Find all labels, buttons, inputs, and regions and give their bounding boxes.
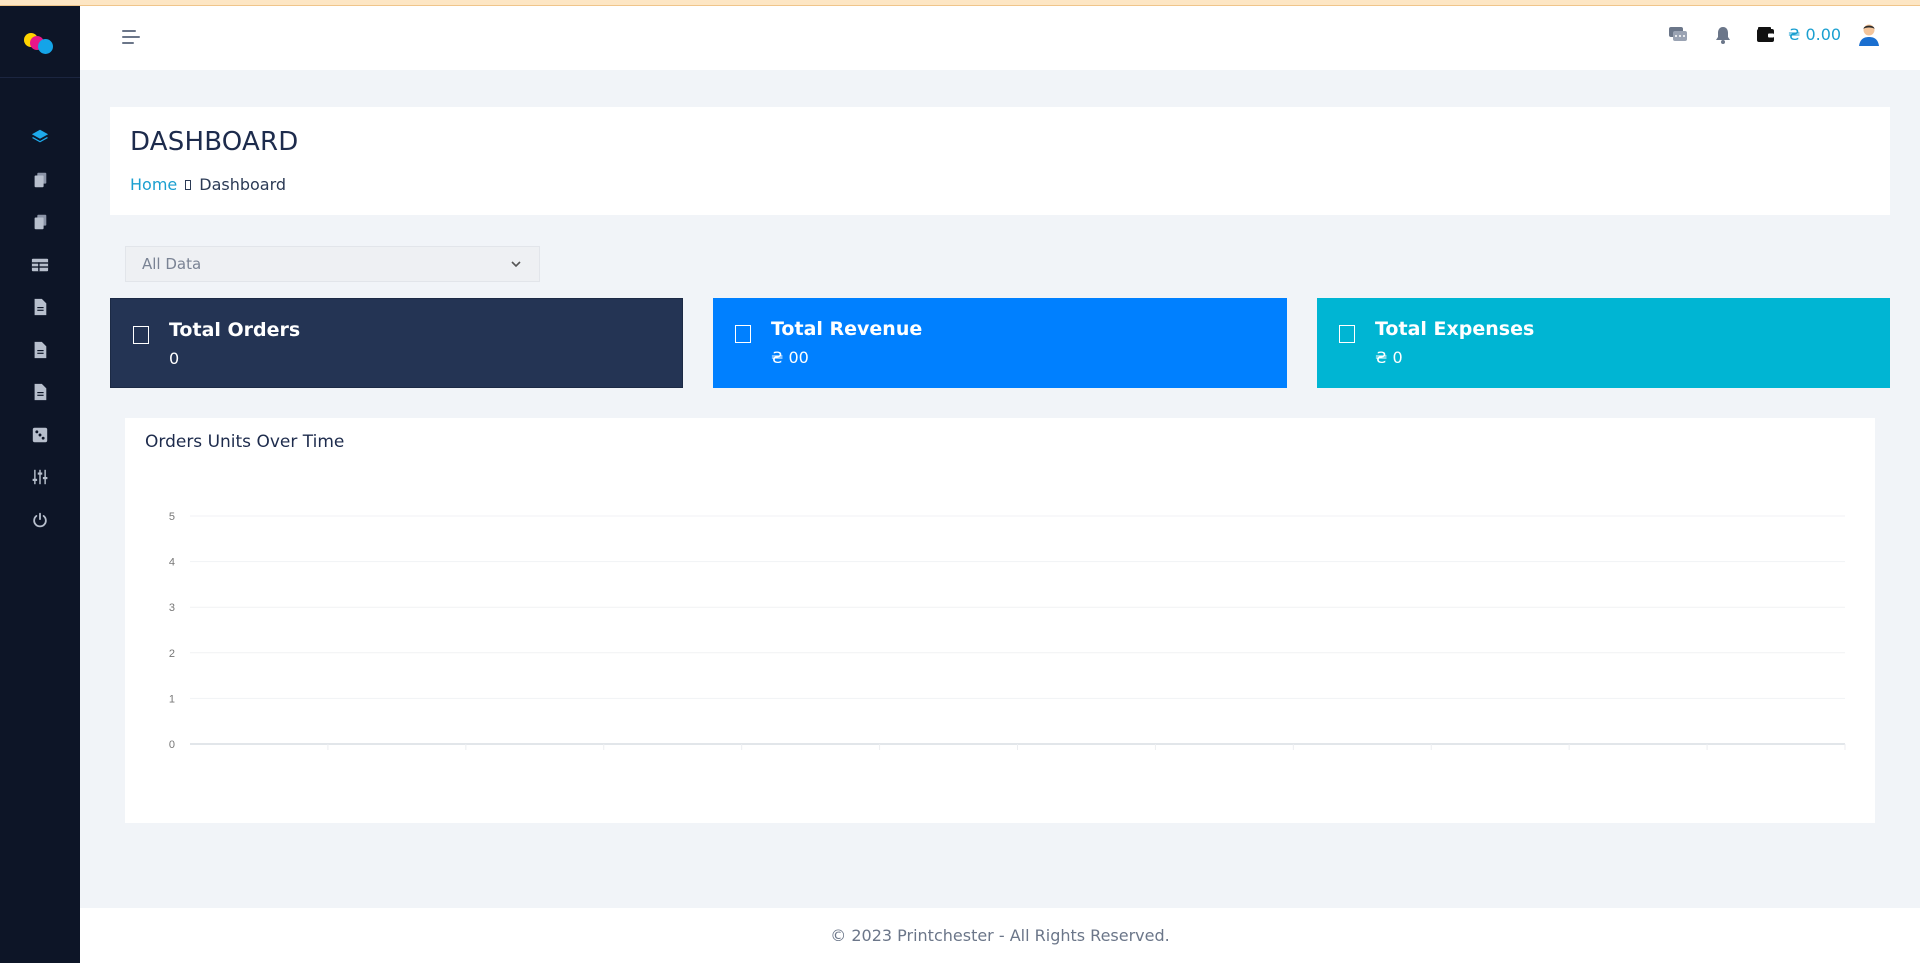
breadcrumb-current: Dashboard [199,175,287,194]
stat-label: Total Expenses [1375,318,1535,340]
breadcrumb: Home Dashboard [130,175,286,194]
browser-top-stripe [0,0,1920,6]
orders-placeholder-icon [133,326,149,344]
orders-chart-card: Orders Units Over Time 012345 [125,418,1875,823]
printchester-logo[interactable] [22,30,58,58]
sidebar-item-settings[interactable] [0,456,80,499]
sidebar-item-files-1[interactable] [0,159,80,202]
y-tick-label: 1 [169,693,175,705]
menu-toggle-icon[interactable] [120,26,142,48]
orders-chart: 0 1 2 3 4 5 [169,511,1846,751]
y-tick-label: 2 [169,648,175,660]
sidebar-item-dice[interactable] [0,414,80,457]
breadcrumb-home-link[interactable]: Home [130,175,177,194]
y-tick-label: 5 [169,511,175,523]
stat-value: ₴ 0 [1375,348,1403,367]
data-range-select-value: All Data [142,255,202,273]
chat-icon[interactable] [1667,24,1689,46]
sliders-icon [32,470,48,485]
files-icon [34,215,47,230]
wallet-icon[interactable] [1755,24,1777,46]
stat-card-total-revenue: Total Revenue ₴ 00 [713,298,1287,388]
chevron-down-icon [511,261,521,268]
files-icon [34,172,47,187]
top-header: ₴ 0.00 [80,6,1920,70]
dice-icon [32,427,48,442]
page-header-card: DASHBOARD Home Dashboard [110,107,1890,215]
sidebar-item-table[interactable] [0,244,80,287]
stat-card-total-orders: Total Orders 0 [110,298,683,388]
expenses-placeholder-icon [1339,325,1355,343]
sidebar-item-logout[interactable] [0,499,80,542]
sidebar [0,0,80,963]
table-icon [31,258,49,272]
revenue-placeholder-icon [735,325,751,343]
layers-icon [31,130,49,143]
document-icon [34,299,47,316]
sidebar-divider [0,77,80,78]
stat-card-total-expenses: Total Expenses ₴ 0 [1317,298,1890,388]
footer: © 2023 Printchester - All Rights Reserve… [80,908,1920,963]
y-tick-label: 4 [169,557,175,569]
document-icon [34,384,47,401]
footer-copyright: © 2023 Printchester - All Rights Reserve… [830,926,1170,945]
user-avatar-icon[interactable] [1855,20,1883,48]
sidebar-item-files-2[interactable] [0,201,80,244]
y-tick-label: 3 [169,602,175,614]
stat-value: ₴ 00 [771,348,809,367]
wallet-balance[interactable]: ₴ 0.00 [1788,25,1841,44]
sidebar-item-document-2[interactable] [0,329,80,372]
breadcrumb-separator-icon [185,179,192,190]
power-icon [33,512,47,527]
stat-label: Total Orders [169,319,301,341]
sidebar-nav [0,116,80,541]
sidebar-item-document-3[interactable] [0,371,80,414]
stat-label: Total Revenue [771,318,923,340]
stat-value: 0 [169,349,180,368]
sidebar-item-document-1[interactable] [0,286,80,329]
bell-icon[interactable] [1712,24,1734,46]
y-tick-label: 0 [169,739,175,751]
sidebar-item-dashboard[interactable] [0,116,80,159]
page-title: DASHBOARD [130,127,299,157]
document-icon [34,341,47,358]
data-range-select[interactable]: All Data [125,246,540,282]
